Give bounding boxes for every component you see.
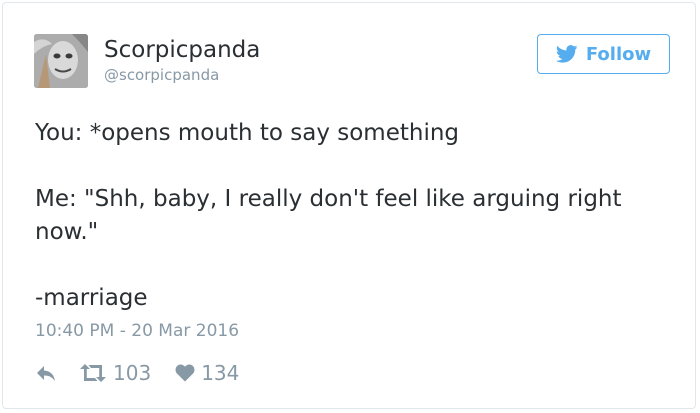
tweet-card: Scorpicpanda @scorpicpanda Follow You: *… — [2, 2, 696, 409]
follow-button-label: Follow — [585, 43, 652, 65]
follow-button[interactable]: Follow — [537, 34, 670, 74]
tweet-text-line: You: *opens mouth to say something — [35, 120, 460, 146]
tweet-text-line: Me: "Shh, baby, I really don't feel like… — [35, 186, 622, 212]
twitter-bird-icon — [555, 45, 578, 63]
tweet-text-line: now." — [35, 219, 99, 245]
reply-icon — [37, 366, 55, 381]
like-action[interactable]: 134 — [175, 361, 239, 385]
reply-action[interactable] — [35, 364, 57, 382]
tweet-timestamp[interactable]: 10:40 PM - 20 Mar 2016 — [35, 319, 239, 343]
avatar[interactable] — [34, 34, 88, 88]
avatar-photo — [34, 34, 88, 88]
retweet-action[interactable]: 103 — [79, 361, 151, 385]
author-handle[interactable]: @scorpicpanda — [104, 66, 219, 84]
tweet-actions: 103 134 — [35, 358, 239, 388]
author-display-name[interactable]: Scorpicpanda — [104, 36, 260, 64]
retweet-icon — [80, 364, 106, 382]
heart-icon — [175, 364, 195, 382]
like-count: 134 — [201, 361, 240, 385]
tweet-text-line: -marriage — [35, 285, 148, 311]
retweet-count: 103 — [113, 361, 152, 385]
